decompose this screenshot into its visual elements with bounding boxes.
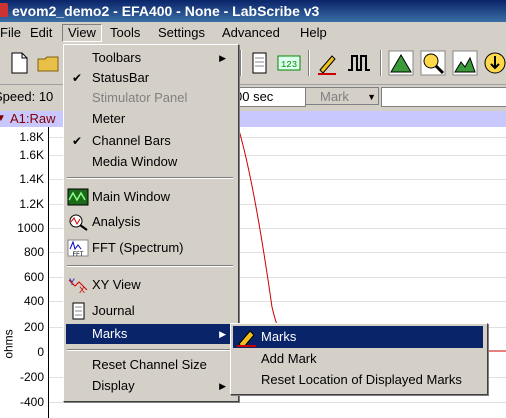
menu-bar: File Edit View Tools Settings Advanced H… (0, 22, 506, 44)
svg-text:FFT: FFT (73, 252, 84, 257)
counter-icon[interactable]: 123 (276, 50, 302, 76)
main-window-icon (67, 188, 89, 206)
menu-advanced[interactable]: Advanced (216, 25, 286, 41)
new-file-icon[interactable] (6, 50, 32, 76)
signal-trace (237, 127, 506, 352)
counter-label: 123 (281, 60, 297, 70)
time-field[interactable]: 00 sec (228, 87, 306, 107)
mark-dropdown-label: Mark (320, 89, 349, 104)
menu-separator (67, 349, 233, 351)
check-icon: ✔ (72, 71, 83, 85)
marks-submenu: Marks Add Mark Reset Location of Display… (230, 323, 488, 395)
submenu-arrow-icon: ▶ (219, 53, 226, 63)
submenu-item-add-mark[interactable]: Add Mark (233, 348, 483, 370)
pen-icon[interactable] (314, 50, 340, 76)
fft-icon: FFT (67, 239, 89, 257)
menu-item-stimulator-panel: Stimulator Panel (92, 90, 188, 105)
pulse-icon[interactable] (346, 50, 372, 76)
download-icon[interactable] (482, 50, 506, 76)
channel-label: A1:Raw (10, 111, 56, 126)
menu-tools[interactable]: Tools (104, 25, 146, 41)
check-icon: ✔ (72, 134, 83, 148)
title-bar: evom2_demo2 - EFA400 - None - LabScribe … (0, 0, 506, 22)
submenu-item-marks[interactable]: Marks (233, 326, 483, 348)
mark-input[interactable] (381, 87, 506, 107)
menu-item-fft[interactable]: FFT FFT (Spectrum) (66, 238, 234, 258)
menu-item-analysis[interactable]: Analysis (66, 212, 234, 232)
zoom-icon[interactable] (420, 50, 446, 76)
menu-item-display[interactable]: Display ▶ (66, 376, 234, 396)
xy-view-icon: YX (68, 277, 88, 294)
menu-settings[interactable]: Settings (152, 25, 211, 41)
menu-item-journal[interactable]: Journal (66, 301, 234, 321)
pencil-icon (237, 330, 256, 347)
submenu-arrow-icon: ▶ (219, 329, 226, 339)
menu-item-media-window[interactable]: Media Window (66, 152, 234, 172)
menu-item-xy-view[interactable]: YX XY View (66, 275, 234, 295)
peak-icon[interactable] (388, 50, 414, 76)
menu-item-statusbar[interactable]: ✔ StatusBar (66, 68, 234, 88)
dropdown-arrow-icon: ▼ (367, 92, 376, 102)
menu-item-reset-channel-size[interactable]: Reset Channel Size (66, 355, 234, 375)
journal-icon (72, 302, 85, 320)
toolbar-separator (380, 50, 382, 76)
menu-item-marks[interactable]: Marks ▶ (66, 324, 234, 344)
menu-item-channel-bars[interactable]: ✔ Channel Bars (66, 131, 234, 151)
speed-label: Speed: 10 (0, 89, 54, 104)
svg-text:X: X (79, 285, 85, 294)
menu-item-meter[interactable]: Meter (66, 109, 234, 129)
menu-edit[interactable]: Edit (24, 25, 58, 41)
mountain-icon[interactable] (452, 50, 478, 76)
submenu-item-reset-location[interactable]: Reset Location of Displayed Marks (233, 369, 483, 391)
mark-dropdown[interactable]: Mark ▼ (305, 87, 379, 105)
menu-item-toolbars[interactable]: Toolbars ▶ (66, 48, 234, 68)
menu-view[interactable]: View (62, 24, 102, 42)
analysis-icon (69, 214, 88, 231)
submenu-arrow-icon: ▶ (219, 381, 226, 391)
menu-separator (67, 177, 233, 179)
menu-help[interactable]: Help (294, 25, 333, 41)
menu-item-main-window[interactable]: Main Window (66, 187, 234, 207)
toolbar-separator (308, 50, 310, 76)
page-icon[interactable] (246, 50, 272, 76)
toolbar-separator (240, 50, 242, 76)
app-icon (0, 3, 8, 17)
window-title: evom2_demo2 - EFA400 - None - LabScribe … (12, 3, 320, 19)
open-folder-icon[interactable] (36, 50, 62, 76)
menu-file[interactable]: File (0, 25, 27, 41)
view-menu-dropdown: Toolbars ▶ ✔ StatusBar Stimulator Panel … (63, 44, 239, 402)
menu-separator (67, 265, 233, 267)
channel-caret-icon[interactable]: ▼ (0, 111, 6, 127)
